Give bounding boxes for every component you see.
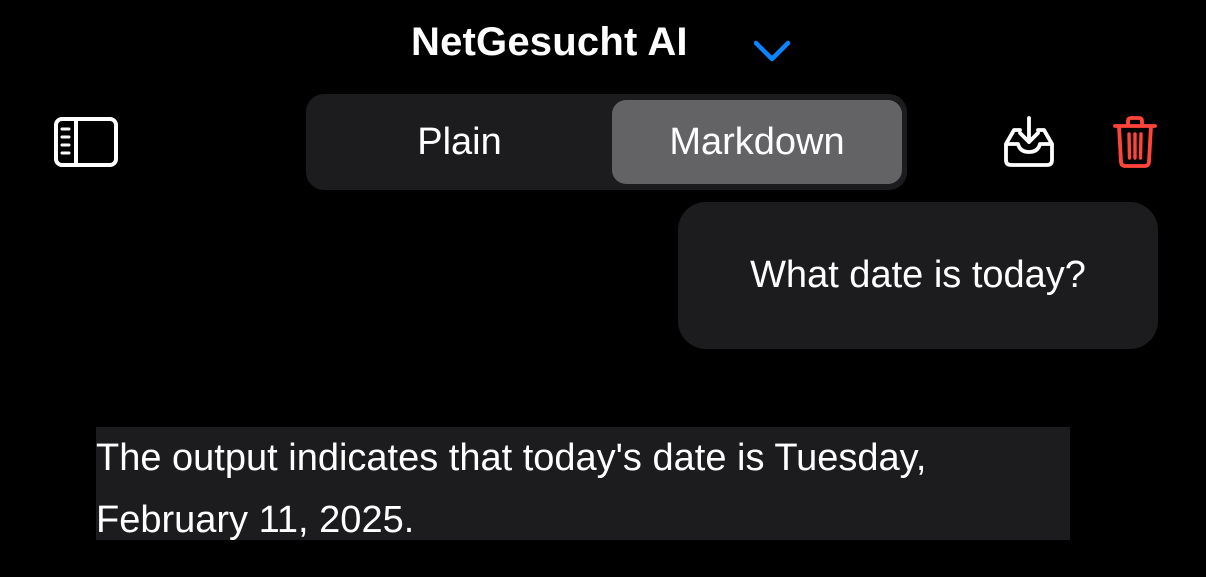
segment-markdown[interactable]: Markdown [612, 100, 902, 184]
user-message-text: What date is today? [750, 254, 1086, 296]
sidebar-toggle-icon[interactable] [52, 116, 120, 168]
format-segmented-control: Plain Markdown [306, 94, 907, 190]
assistant-message-text: The output indicates that today's date i… [96, 427, 1070, 541]
title-bar: NetGesucht AI [0, 16, 1206, 74]
app-title: NetGesucht AI [411, 20, 688, 64]
segment-plain[interactable]: Plain [312, 100, 607, 184]
tray-download-icon[interactable] [1000, 116, 1058, 168]
trash-icon[interactable] [1112, 116, 1158, 168]
chevron-down-icon[interactable] [752, 38, 792, 64]
user-message-bubble: What date is today? [678, 202, 1158, 349]
